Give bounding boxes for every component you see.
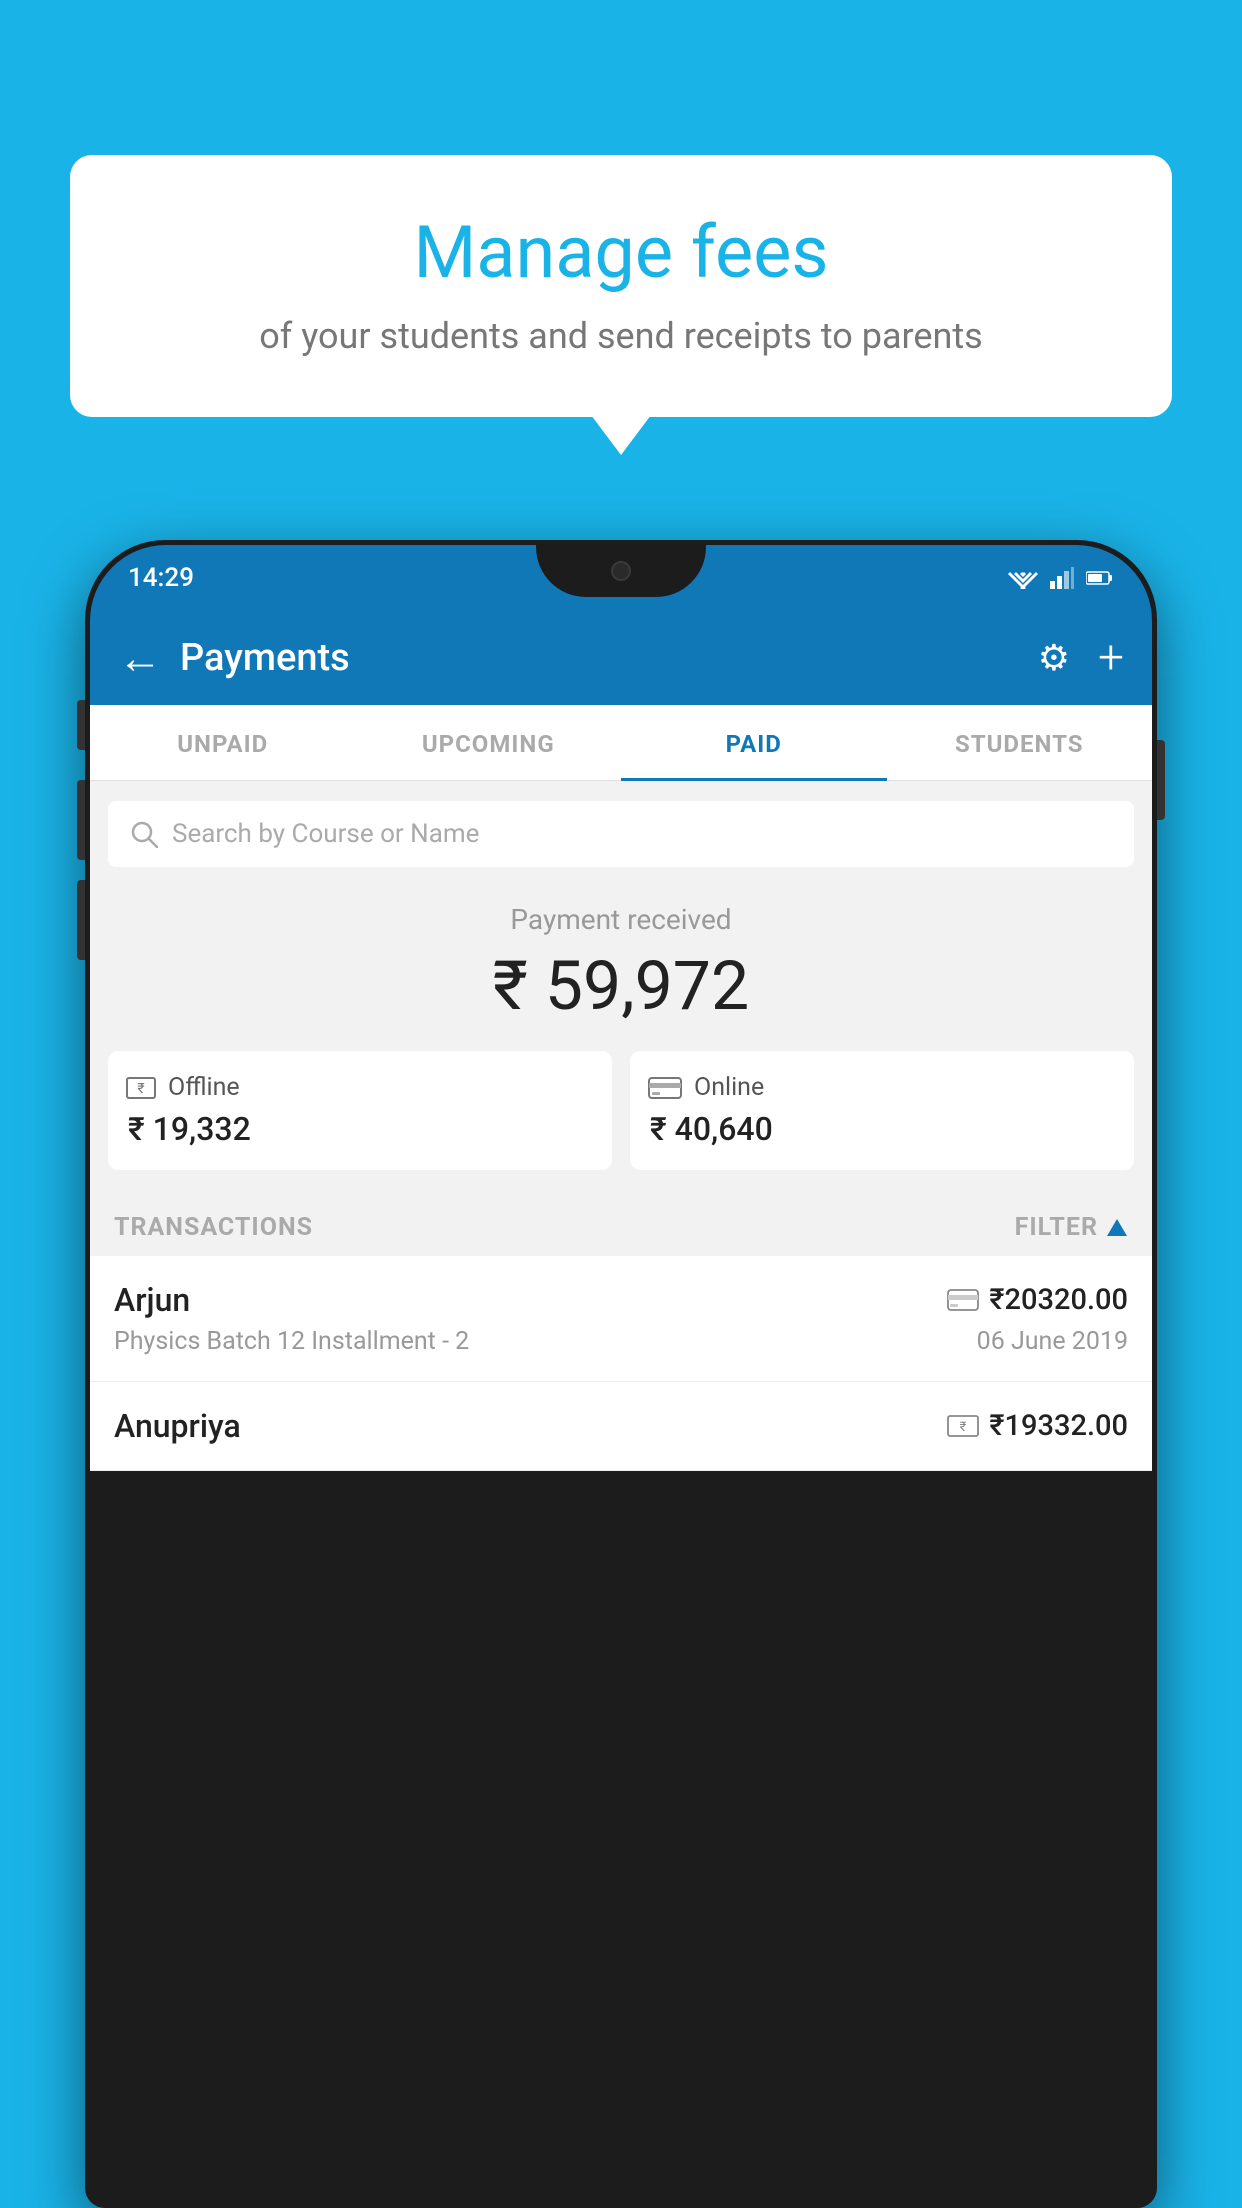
online-payment-card: Online ₹ 40,640 bbox=[630, 1051, 1134, 1170]
txn-arjun-card-icon bbox=[947, 1288, 979, 1312]
volume-up-button bbox=[77, 780, 85, 860]
txn-arjun-name: Arjun bbox=[114, 1281, 190, 1319]
payment-total-amount: ₹ 59,972 bbox=[110, 946, 1132, 1026]
offline-label: Offline bbox=[168, 1073, 240, 1102]
tabs-bar: UNPAID UPCOMING PAID STUDENTS bbox=[90, 705, 1152, 781]
online-card-header: Online bbox=[648, 1073, 1116, 1102]
header-actions: ⚙ + bbox=[1038, 631, 1124, 685]
online-icon bbox=[648, 1075, 682, 1101]
txn-arjun-date: 06 June 2019 bbox=[977, 1327, 1128, 1356]
status-time: 14:29 bbox=[128, 563, 194, 593]
bubble-subtitle: of your students and send receipts to pa… bbox=[130, 315, 1112, 357]
offline-icon: ₹ bbox=[126, 1075, 156, 1101]
volume-down-button bbox=[77, 880, 85, 960]
txn-anupriya-top: Anupriya ₹ ₹19332.00 bbox=[114, 1407, 1128, 1445]
txn-arjun-amount: ₹20320.00 bbox=[989, 1283, 1128, 1317]
power-button bbox=[1157, 740, 1165, 820]
tab-paid[interactable]: PAID bbox=[621, 705, 887, 781]
filter-icon bbox=[1106, 1218, 1128, 1238]
offline-amount: ₹ 19,332 bbox=[126, 1110, 594, 1148]
payment-received-section: Payment received ₹ 59,972 bbox=[90, 867, 1152, 1051]
txn-anupriya-amount-wrap: ₹ ₹19332.00 bbox=[947, 1409, 1128, 1443]
signal-icon bbox=[1050, 567, 1074, 589]
online-label: Online bbox=[694, 1073, 764, 1102]
tab-upcoming[interactable]: UPCOMING bbox=[356, 705, 622, 780]
speech-bubble: Manage fees of your students and send re… bbox=[70, 155, 1172, 417]
payment-cards: ₹ Offline ₹ 19,332 O bbox=[108, 1051, 1134, 1170]
transaction-item-anupriya: Anupriya ₹ ₹19332.00 bbox=[90, 1382, 1152, 1471]
add-icon[interactable]: + bbox=[1098, 631, 1124, 685]
filter-label: FILTER bbox=[1015, 1213, 1098, 1242]
svg-text:₹: ₹ bbox=[960, 1420, 967, 1435]
transaction-item-arjun: Arjun ₹20320.00 Physics Batch 12 Install… bbox=[90, 1256, 1152, 1382]
tab-students[interactable]: STUDENTS bbox=[887, 705, 1153, 780]
speech-bubble-container: Manage fees of your students and send re… bbox=[70, 155, 1172, 417]
txn-arjun-amount-wrap: ₹20320.00 bbox=[947, 1283, 1128, 1317]
txn-arjun-top: Arjun ₹20320.00 bbox=[114, 1281, 1128, 1319]
txn-arjun-detail: Physics Batch 12 Installment - 2 bbox=[114, 1327, 469, 1356]
filter-button[interactable]: FILTER bbox=[1015, 1213, 1128, 1242]
search-icon bbox=[130, 820, 158, 848]
payment-label: Payment received bbox=[110, 903, 1132, 936]
offline-card-header: ₹ Offline bbox=[126, 1073, 594, 1102]
phone-frame: 14:29 bbox=[85, 540, 1157, 2208]
search-placeholder: Search by Course or Name bbox=[172, 819, 479, 849]
txn-arjun-bottom: Physics Batch 12 Installment - 2 06 June… bbox=[114, 1327, 1128, 1356]
volume-silent-button bbox=[77, 700, 85, 750]
wifi-icon bbox=[1008, 567, 1038, 589]
camera bbox=[611, 561, 631, 581]
txn-anupriya-name: Anupriya bbox=[114, 1407, 241, 1445]
bubble-title: Manage fees bbox=[130, 210, 1112, 295]
page-title: Payments bbox=[180, 636, 1038, 680]
offline-payment-card: ₹ Offline ₹ 19,332 bbox=[108, 1051, 612, 1170]
transactions-header: TRANSACTIONS FILTER bbox=[90, 1195, 1152, 1256]
transactions-label: TRANSACTIONS bbox=[114, 1213, 313, 1242]
txn-anupriya-cash-icon: ₹ bbox=[947, 1414, 979, 1438]
app-header: ← Payments ⚙ + bbox=[90, 610, 1152, 705]
notch bbox=[536, 545, 706, 597]
online-amount: ₹ 40,640 bbox=[648, 1110, 1116, 1148]
phone-screen: 14:29 bbox=[90, 545, 1152, 2203]
tab-unpaid[interactable]: UNPAID bbox=[90, 705, 356, 780]
app-content: Search by Course or Name Payment receive… bbox=[90, 781, 1152, 1471]
back-button[interactable]: ← bbox=[118, 632, 162, 684]
txn-anupriya-amount: ₹19332.00 bbox=[989, 1409, 1128, 1443]
status-icons bbox=[1008, 567, 1114, 589]
search-bar[interactable]: Search by Course or Name bbox=[108, 801, 1134, 867]
battery-icon bbox=[1086, 570, 1114, 586]
svg-text:₹: ₹ bbox=[137, 1081, 144, 1097]
settings-icon[interactable]: ⚙ bbox=[1038, 637, 1070, 679]
